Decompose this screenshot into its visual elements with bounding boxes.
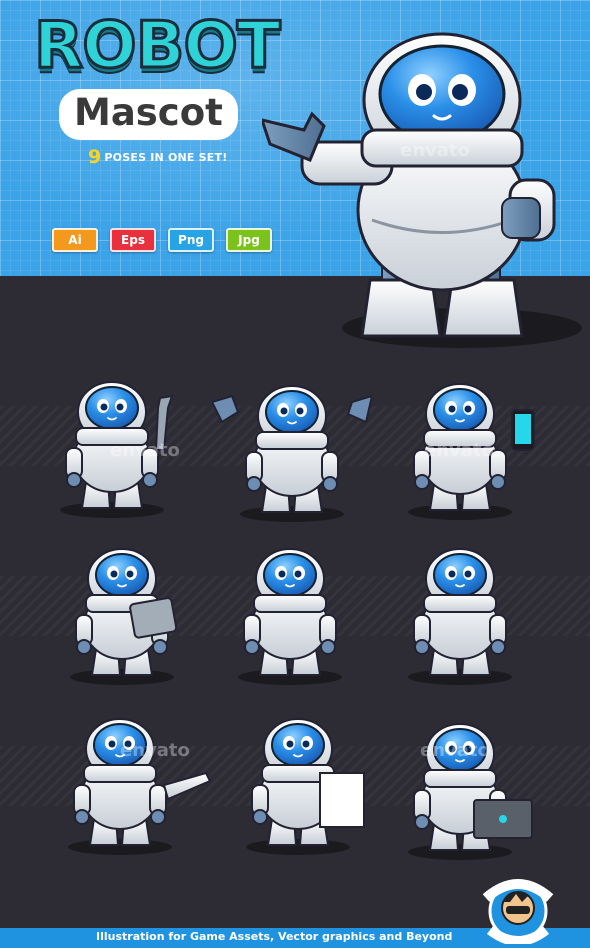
poses-number: 9 — [88, 146, 102, 168]
robot-standing — [407, 548, 513, 686]
dion-artworks-logo — [482, 879, 554, 944]
title-robot: ROBOT — [33, 9, 283, 83]
poses-tagline: 9 POSES IN ONE SET! — [88, 146, 227, 168]
envato-watermark: envato — [424, 440, 494, 461]
envato-watermark: envato — [110, 440, 180, 461]
robot-waving — [212, 385, 372, 523]
poses-text: POSES IN ONE SET! — [104, 151, 228, 164]
envato-watermark: envato — [420, 740, 490, 761]
envato-watermark: envato — [400, 140, 470, 161]
envato-watermark: envato — [120, 740, 190, 761]
robot-tablet — [69, 548, 178, 686]
robot-paper — [245, 718, 365, 856]
badge-jpg: Jpg — [226, 228, 272, 252]
title-mascot: Mascot — [62, 91, 235, 137]
badge-ai: Ai — [52, 228, 98, 252]
footer-text: Illustration for Game Assets, Vector gra… — [96, 930, 453, 943]
badge-eps: Eps — [110, 228, 156, 252]
page: ROBOT Mascot 9 POSES IN ONE SET! Ai Eps P… — [0, 0, 590, 948]
robot-pointing-hero — [262, 32, 582, 348]
format-badges: Ai Eps Png Jpg — [52, 228, 272, 252]
robot-presenting — [67, 718, 212, 856]
robot-thinking — [237, 548, 343, 686]
badge-png: Png — [168, 228, 214, 252]
